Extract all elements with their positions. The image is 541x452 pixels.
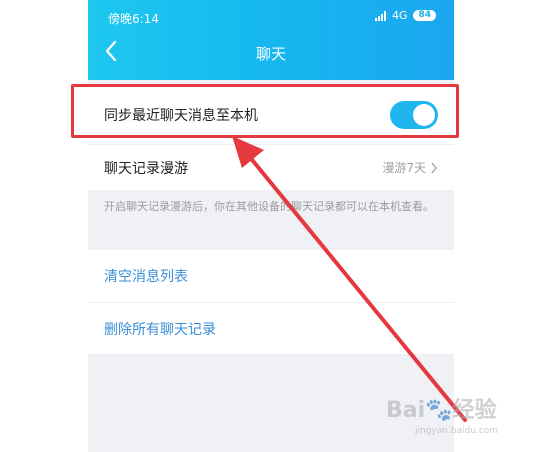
watermark-url: jingyan.baidu.com xyxy=(415,426,499,436)
watermark-logo: Bai🐾经验 xyxy=(386,398,497,423)
annotation-arrow xyxy=(232,136,467,422)
